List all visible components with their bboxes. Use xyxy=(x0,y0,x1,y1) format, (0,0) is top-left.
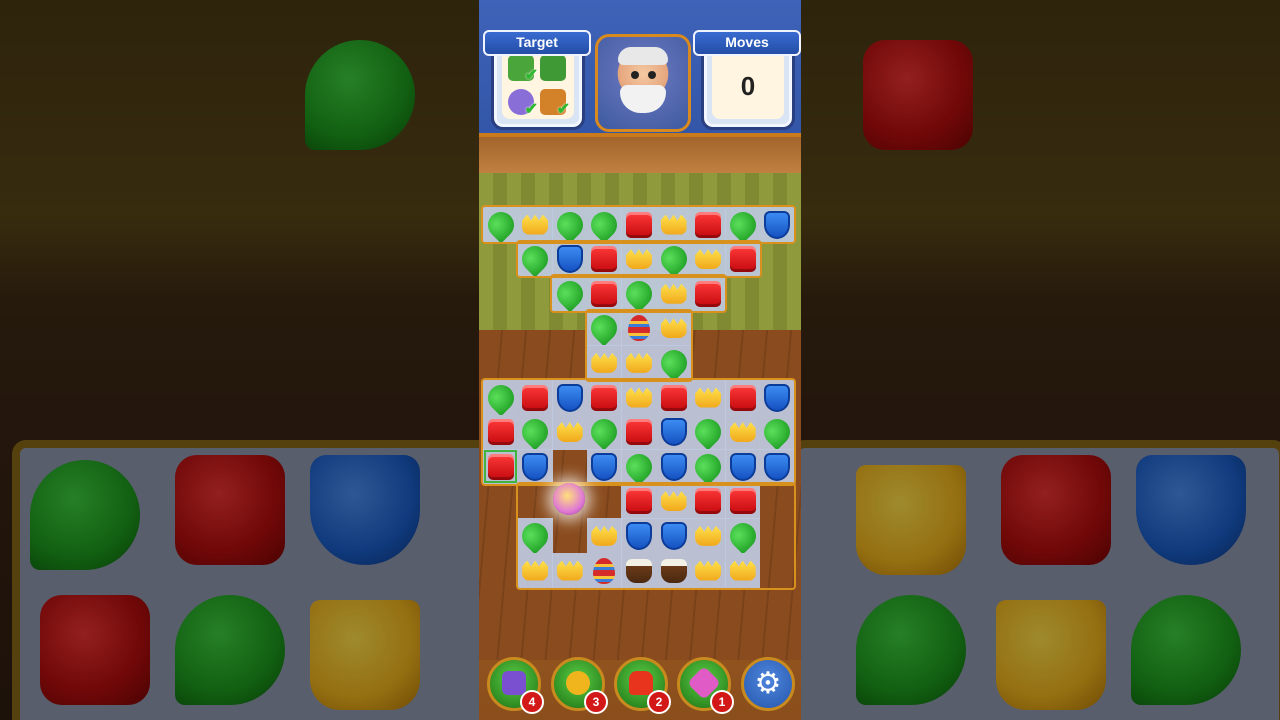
hammer-icon xyxy=(502,671,526,695)
gem-booster-button[interactable]: 1 xyxy=(677,657,734,714)
character-portrait xyxy=(595,34,691,132)
target-grass-icon: ✔ xyxy=(508,55,538,84)
moves-label: Moves xyxy=(693,30,801,56)
background-right xyxy=(801,0,1280,720)
board-border xyxy=(481,205,797,244)
board-border xyxy=(550,274,728,313)
rocket-powerup[interactable] xyxy=(553,483,585,515)
board-border xyxy=(515,239,762,279)
booster-count-badge: 4 xyxy=(520,690,544,714)
bomb-egg-icon xyxy=(566,671,590,695)
fire-hydrant-icon xyxy=(629,671,653,695)
booster-bar: 4 3 2 1 ⚙ xyxy=(479,655,801,720)
booster-count-badge: 3 xyxy=(584,690,608,714)
board-border xyxy=(584,308,693,382)
target-egg-icon: ✔ xyxy=(508,89,538,118)
top-bar: ✔ ✔ ✔ Target 0 Moves xyxy=(479,0,801,137)
booster-count-badge: 1 xyxy=(710,690,734,714)
check-icon: ✔ xyxy=(524,101,538,118)
check-icon: ✔ xyxy=(556,101,570,118)
target-grass-icon xyxy=(540,55,566,81)
board-border xyxy=(481,378,797,486)
game-screen: ✔ ✔ ✔ Target 0 Moves 4 3 2 1 ⚙ xyxy=(479,0,801,720)
target-box-icon: ✔ xyxy=(540,89,570,118)
bomb-booster-button[interactable]: 3 xyxy=(551,657,608,714)
settings-button[interactable]: ⚙ xyxy=(741,657,795,711)
target-label: Target xyxy=(483,30,591,56)
moves-count: 0 xyxy=(740,71,756,101)
check-icon: ✔ xyxy=(524,67,538,84)
hammer-booster-button[interactable]: 4 xyxy=(487,657,544,714)
booster-count-badge: 2 xyxy=(647,690,671,714)
hydrant-booster-button[interactable]: 2 xyxy=(614,657,671,714)
target-list: ✔ ✔ ✔ xyxy=(502,49,574,119)
background-left xyxy=(0,0,479,720)
room-ceiling xyxy=(479,133,801,173)
